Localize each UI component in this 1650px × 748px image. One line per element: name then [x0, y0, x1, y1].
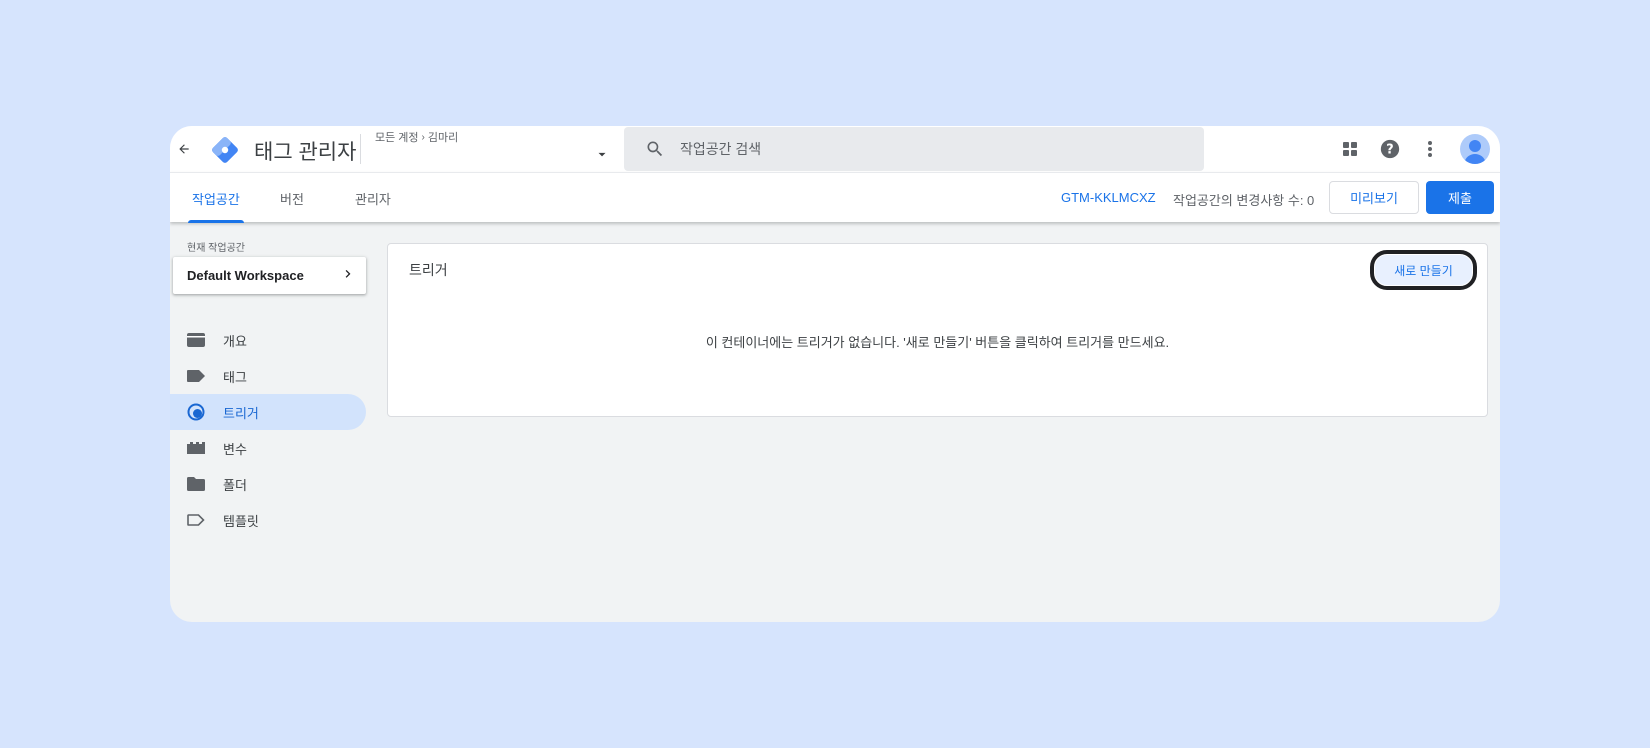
tag-manager-logo-icon — [210, 135, 240, 165]
sidebar-item-tags[interactable]: 태그 — [170, 358, 366, 394]
preview-button[interactable]: 미리보기 — [1329, 181, 1419, 214]
sidebar-item-overview[interactable]: 개요 — [170, 322, 366, 358]
tab-workspace[interactable]: 작업공간 — [188, 173, 244, 223]
avatar[interactable] — [1460, 134, 1490, 164]
sidebar-item-label: 폴더 — [223, 477, 247, 493]
tag-icon — [187, 367, 205, 385]
trigger-icon — [187, 403, 205, 421]
breadcrumb[interactable]: 모든 계정 › 김마리 — [375, 129, 458, 145]
sidebar-item-triggers[interactable]: 트리거 — [170, 394, 366, 430]
search-input[interactable] — [680, 141, 1160, 157]
search-icon — [644, 138, 666, 160]
chevron-right-icon: › — [421, 131, 425, 143]
svg-text:?: ? — [1386, 143, 1393, 158]
back-arrow-icon[interactable] — [174, 139, 194, 159]
more-vert-icon[interactable] — [1414, 133, 1446, 165]
sidebar-item-label: 변수 — [223, 441, 247, 457]
empty-state-message: 이 컨테이너에는 트리거가 없습니다. '새로 만들기' 버튼을 클릭하여 트리… — [705, 335, 1170, 350]
current-workspace-caption: 현재 작업공간 — [187, 243, 245, 254]
top-app-bar: 태그 관리자 모든 계정 › 김마리 ? — [170, 126, 1500, 172]
submit-button[interactable]: 제출 — [1426, 181, 1494, 214]
triggers-card: 트리거 새로 만들기 이 컨테이너에는 트리거가 없습니다. '새로 만들기' … — [387, 243, 1488, 417]
secondary-toolbar: 작업공간 버전 관리자 GTM-KKLMCXZ 작업공간의 변경사항 수: 0 … — [170, 172, 1500, 223]
workspace-changes-count: 작업공간의 변경사항 수: 0 — [1173, 193, 1315, 208]
sidebar-item-variables[interactable]: 변수 — [170, 430, 366, 466]
top-icon-group: ? — [1334, 133, 1490, 165]
template-icon — [187, 511, 205, 529]
chevron-right-icon — [342, 267, 354, 285]
workspace-selector[interactable]: Default Workspace — [173, 257, 366, 294]
sidebar-item-templates[interactable]: 템플릿 — [170, 502, 366, 538]
workspace-search[interactable] — [624, 127, 1204, 171]
sidebar-nav: 개요 태그 트리거 변수 폴더 템플릿 — [170, 322, 366, 538]
breadcrumb-all-accounts[interactable]: 모든 계정 — [375, 129, 419, 145]
variable-icon — [187, 439, 205, 457]
title-divider — [360, 134, 361, 164]
container-dropdown-icon[interactable] — [594, 146, 610, 162]
sidebar-item-folders[interactable]: 폴더 — [170, 466, 366, 502]
workspace-name: Default Workspace — [187, 268, 304, 283]
folder-icon — [187, 475, 205, 493]
help-icon[interactable]: ? — [1374, 133, 1406, 165]
sidebar-item-label: 개요 — [223, 333, 247, 349]
overview-icon — [187, 331, 205, 349]
tab-versions[interactable]: 버전 — [276, 173, 308, 223]
sidebar-item-label: 태그 — [223, 369, 247, 385]
breadcrumb-account[interactable]: 김마리 — [428, 129, 458, 145]
sidebar-item-label: 템플릿 — [223, 513, 259, 529]
new-trigger-button[interactable]: 새로 만들기 — [1370, 250, 1477, 290]
sidebar-item-label: 트리거 — [223, 405, 259, 421]
app-window: 태그 관리자 모든 계정 › 김마리 ? — [170, 126, 1500, 622]
apps-icon[interactable] — [1334, 133, 1366, 165]
container-id-link[interactable]: GTM-KKLMCXZ — [1061, 190, 1156, 205]
tab-admin[interactable]: 관리자 — [351, 173, 395, 223]
page-title: 트리거 — [409, 262, 448, 278]
app-title: 태그 관리자 — [254, 141, 357, 164]
